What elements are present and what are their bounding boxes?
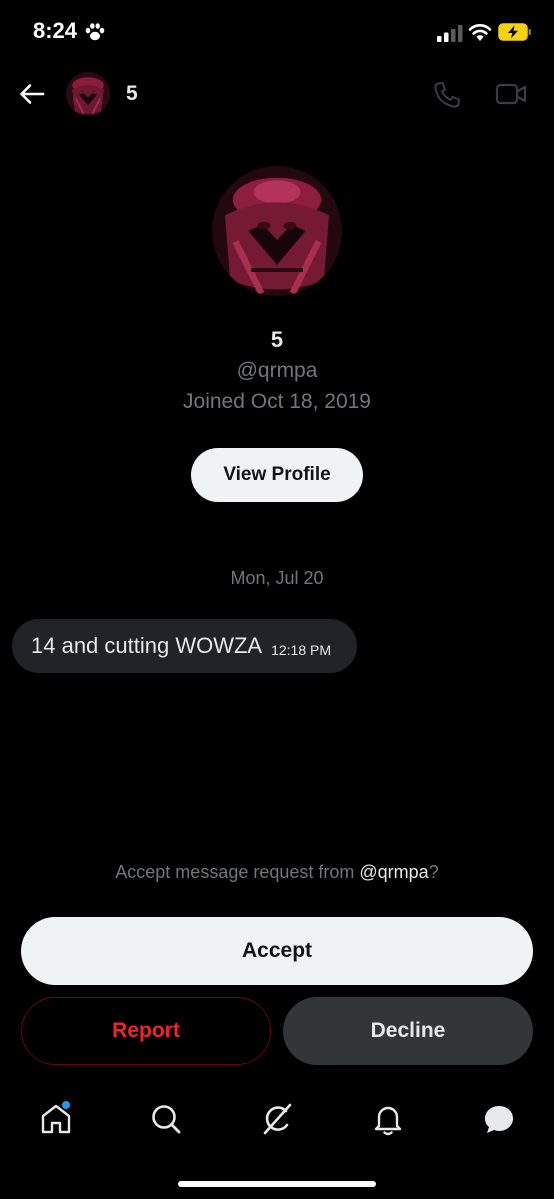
paw-icon [85, 23, 105, 41]
request-prompt-suffix: ? [428, 862, 439, 882]
request-prompt-prefix: Accept message request from [115, 862, 360, 882]
header-conversation-name[interactable]: 5 [126, 82, 138, 106]
request-handle-link[interactable]: @qrmpa [359, 862, 428, 882]
header-avatar[interactable] [66, 72, 110, 116]
notifications-bell-icon[interactable] [370, 1101, 406, 1137]
profile-name: 5 [270, 327, 284, 352]
home-notification-dot [62, 1101, 70, 1109]
search-icon[interactable] [148, 1101, 184, 1137]
phone-call-icon[interactable] [432, 80, 462, 110]
back-arrow-icon[interactable] [18, 80, 46, 108]
view-profile-button[interactable]: View Profile [191, 448, 363, 502]
grok-icon[interactable] [259, 1101, 295, 1137]
avatar-image [66, 72, 110, 116]
status-time: 8:24 [33, 18, 78, 43]
wifi-icon [468, 24, 492, 41]
video-call-icon[interactable] [495, 80, 527, 108]
message-bubble[interactable]: 14 and cutting WOWZA 12:18 PM [12, 619, 357, 673]
message-request-prompt: Accept message request from @qrmpa? [0, 862, 554, 883]
messages-icon[interactable] [481, 1101, 517, 1137]
message-text: 14 and cutting WOWZA [31, 633, 263, 658]
profile-handle: @qrmpa [236, 359, 318, 382]
decline-button[interactable]: Decline [283, 997, 533, 1065]
cellular-signal-icon [437, 25, 463, 42]
battery-charging-icon [498, 23, 531, 41]
home-indicator [178, 1181, 376, 1187]
accept-button[interactable]: Accept [21, 917, 533, 985]
profile-joined-date: Joined Oct 18, 2019 [183, 390, 371, 413]
profile-avatar[interactable] [212, 166, 342, 296]
avatar-image [212, 166, 342, 296]
report-button[interactable]: Report [21, 997, 271, 1065]
message-timestamp: 12:18 PM [271, 642, 332, 658]
date-separator: Mon, Jul 20 [230, 568, 324, 588]
